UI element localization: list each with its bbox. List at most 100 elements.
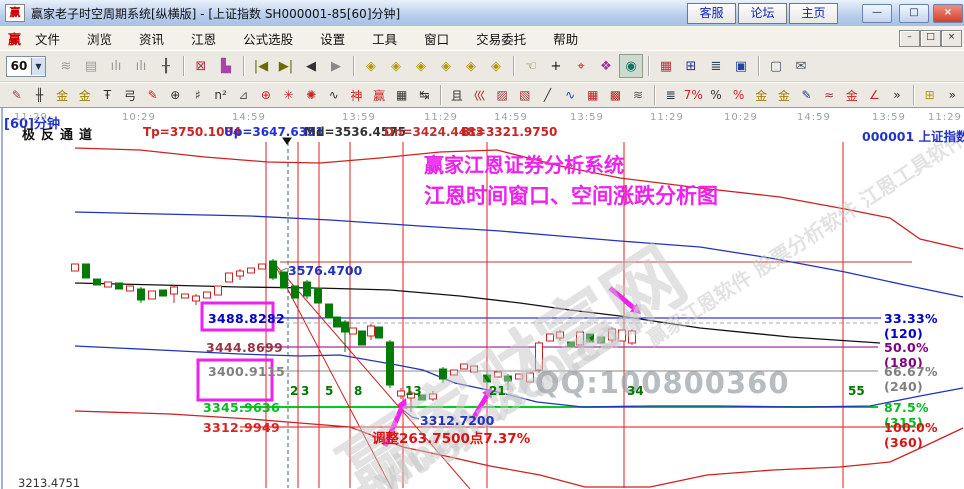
pointer-target-icon[interactable]: ⌖ [569, 54, 593, 78]
n-square-icon[interactable]: n² [210, 84, 232, 106]
child-minimize-button[interactable]: – [899, 30, 920, 47]
wave-icon[interactable]: ∿ [323, 84, 345, 106]
child-close-button[interactable]: × [941, 30, 962, 47]
home-button[interactable]: 主页 [789, 3, 838, 24]
menu-item-6[interactable]: 工具 [372, 32, 397, 47]
list-bars-icon[interactable]: ≣ [660, 84, 682, 106]
channel-bt: Bt=3321.9750 [461, 125, 557, 139]
close-button[interactable]: × [933, 4, 963, 23]
slant-line-icon[interactable]: ╱ [537, 84, 559, 106]
grid-yellow-icon[interactable]: ⊞ [919, 84, 941, 106]
fan-lines-icon[interactable]: 巛 [469, 84, 491, 106]
wave-box-icon[interactable]: ≈ [818, 84, 840, 106]
red-pen-icon[interactable]: ✎ [142, 84, 164, 106]
gold-grid2-icon[interactable]: 金 [74, 84, 96, 106]
menu-item-2[interactable]: 资讯 [139, 32, 164, 47]
child-restore-button[interactable]: □ [920, 30, 941, 47]
fib-count-label: 2 [290, 384, 298, 398]
crosshair-icon[interactable]: + [544, 54, 568, 78]
toolbar-separator [913, 85, 915, 105]
toolbar-main: 60 ▼ ≋▤ılıılı╂⊠▙|◀▶|◀▶◈◈◈◈◈◈☜+⌖❖◉▦⊞≣▣▢✉ [0, 50, 964, 82]
send-icon[interactable]: ✉ [789, 54, 813, 78]
gann-tools-icon[interactable]: ◉ [619, 54, 643, 78]
chart-canvas[interactable]: 赢家财富网 www.yingjia360.com 赢家江恩软件 股票分析软件 江… [0, 108, 964, 489]
menu-item-0[interactable]: 文件 [35, 32, 60, 47]
period-value: 60 [7, 59, 31, 73]
festival-tool-icon[interactable]: ❖ [594, 54, 618, 78]
percent-icon[interactable]: % [705, 84, 727, 106]
hash-icon[interactable]: ♯ [187, 84, 209, 106]
save-icon[interactable]: ▣ [729, 54, 753, 78]
last-page-icon[interactable]: ▶| [274, 54, 298, 78]
forum-button[interactable]: 论坛 [738, 3, 787, 24]
comb-grid-icon[interactable]: ╫ [29, 84, 51, 106]
shade-box-icon[interactable]: ▨ [491, 84, 513, 106]
angle-icon[interactable]: ⊿ [232, 84, 254, 106]
calendar-icon[interactable]: ▦ [654, 54, 678, 78]
gann-wheel-icon[interactable]: ◈ [384, 54, 408, 78]
bow-tool-icon[interactable]: 弓 [119, 84, 141, 106]
restore-button[interactable]: □ [899, 4, 929, 23]
gann-chart-icon[interactable]: ⊠ [189, 54, 213, 78]
gold-grid-icon[interactable]: 金 [51, 84, 73, 106]
info-note-icon[interactable]: ▤ [79, 54, 103, 78]
bars-9-icon[interactable]: ılı [129, 54, 153, 78]
gann-square-icon[interactable]: ◈ [359, 54, 383, 78]
menu-item-5[interactable]: 设置 [320, 32, 345, 47]
hatch-icon[interactable]: ≋ [627, 84, 649, 106]
candle-style-icon[interactable]: ╂ [154, 54, 178, 78]
red-grid-icon[interactable]: ▦ [582, 84, 604, 106]
menu-item-1[interactable]: 浏览 [87, 32, 112, 47]
gate-icon[interactable]: 且 [446, 84, 468, 106]
high-price-label: 3576.4700 [288, 263, 362, 278]
volume-chart-icon[interactable]: ▙ [214, 54, 238, 78]
more-icon[interactable]: » [886, 84, 908, 106]
calculator-icon[interactable]: ⊞ [679, 54, 703, 78]
menu-item-9[interactable]: 帮助 [553, 32, 578, 47]
blue-pen-icon[interactable]: ✎ [796, 84, 818, 106]
menu-item-4[interactable]: 公式选股 [243, 32, 293, 47]
bars-3-icon[interactable]: ılı [104, 54, 128, 78]
price-square-icon[interactable]: ◈ [409, 54, 433, 78]
hand-icon[interactable]: ☜ [519, 54, 543, 78]
ying-icon[interactable]: 赢 [368, 84, 390, 106]
angle-red-icon[interactable]: ∠ [864, 84, 886, 106]
seven-pct-icon[interactable]: 7% [682, 84, 704, 106]
square-nine-icon[interactable]: ◈ [459, 54, 483, 78]
gold-circle-icon[interactable]: 金 [750, 84, 772, 106]
f-ruler-icon[interactable]: Ŧ [97, 84, 119, 106]
minimize-button[interactable]: — [862, 4, 892, 23]
next-bar-icon[interactable]: ▶ [324, 54, 348, 78]
red-grid2-icon[interactable]: ▩ [605, 84, 627, 106]
hexagon-icon[interactable]: ◈ [484, 54, 508, 78]
compass-icon[interactable]: ⊕ [164, 84, 186, 106]
star-target-icon[interactable]: ✳ [278, 84, 300, 106]
menu-item-3[interactable]: 江恩 [191, 32, 216, 47]
gold-red-icon[interactable]: 金 [841, 84, 863, 106]
zigzag-icon[interactable]: ∿ [559, 84, 581, 106]
channel-name: 极反通道 [22, 124, 98, 143]
service-button[interactable]: 客服 [687, 3, 736, 24]
prev-bar-icon[interactable]: ◀ [299, 54, 323, 78]
capture-icon[interactable]: ▢ [764, 54, 788, 78]
shade-box2-icon[interactable]: ▧ [514, 84, 536, 106]
title-bar: 赢 赢家老子时空周期系统[纵横版] - [上证指数 SH000001-85[60… [0, 0, 964, 27]
menu-item-7[interactable]: 窗口 [424, 32, 449, 47]
fib-count-label: 8 [354, 384, 362, 398]
menu-item-8[interactable]: 交易委托 [476, 32, 526, 47]
brush-icon[interactable]: ✎ [6, 84, 28, 106]
wheel-target-icon[interactable]: ✺ [300, 84, 322, 106]
span-arrows-icon[interactable]: ↹ [414, 84, 436, 106]
pattern-icon[interactable]: ≋ [54, 54, 78, 78]
more2-icon[interactable]: » [941, 84, 963, 106]
percent-line-icon[interactable]: % [728, 84, 750, 106]
target-icon[interactable]: ⊕ [255, 84, 277, 106]
grid-123-icon[interactable]: ▦ [391, 84, 413, 106]
memo-icon[interactable]: ≣ [704, 54, 728, 78]
fib-count-label: 21 [489, 384, 506, 398]
shen-icon[interactable]: 神 [346, 84, 368, 106]
gold-under-icon[interactable]: 金 [773, 84, 795, 106]
period-select[interactable]: 60 ▼ [6, 56, 46, 77]
first-page-icon[interactable]: |◀ [249, 54, 273, 78]
time-square-icon[interactable]: ◈ [434, 54, 458, 78]
